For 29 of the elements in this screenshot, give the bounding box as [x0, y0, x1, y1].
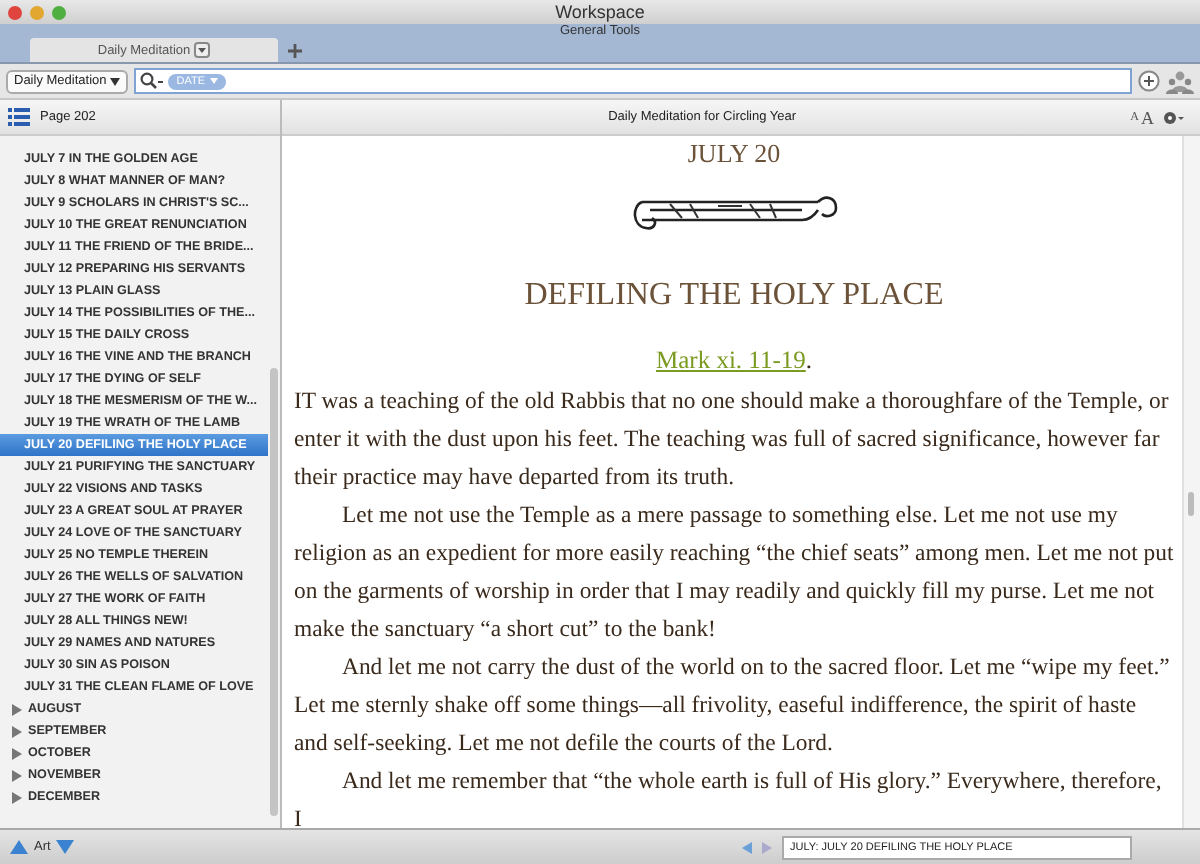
zoom-button[interactable]	[52, 5, 66, 19]
list-icon[interactable]	[8, 108, 30, 126]
caret-icon	[209, 78, 218, 84]
disclosure-triangle-icon[interactable]	[12, 769, 22, 781]
search-icon[interactable]	[140, 72, 165, 90]
settings-icon[interactable]	[1162, 109, 1184, 125]
window-title: Workspace	[555, 2, 645, 22]
dropdown-icon[interactable]	[194, 42, 211, 58]
chapter-heading: DEFILING THE HOLY PLACE	[522, 278, 946, 314]
disclosure-triangle-icon[interactable]	[12, 725, 22, 737]
caret-icon	[110, 77, 121, 85]
add-icon[interactable]	[1138, 70, 1160, 92]
scrollbar-thumb[interactable]	[1188, 492, 1194, 516]
body-paragraph: Let me not use the Temple as a mere passage to something else. Let me not use my religion as an expedient for more easily reaching “the chief seats” among men. Let me not put on the garments of worship in order that I may readily and quickly fill my purse. Let me not make the sanctuary “a short cut” to the bank!	[294, 500, 1174, 646]
larger-text-button[interactable]: A	[1141, 107, 1154, 127]
punctuation: .	[805, 346, 812, 374]
close-button[interactable]	[8, 5, 22, 19]
add-tab-icon[interactable]	[288, 43, 302, 57]
disclosure-triangle-icon[interactable]	[12, 791, 22, 803]
disclosure-triangle-icon[interactable]	[12, 703, 22, 715]
scrollbar-thumb[interactable]	[270, 368, 278, 816]
date-heading: JULY 20	[685, 138, 783, 170]
disclosure-triangle-icon[interactable]	[12, 747, 22, 759]
up-arrow-icon[interactable]	[10, 840, 28, 854]
back-arrow-icon[interactable]	[742, 841, 752, 853]
body-paragraph: And let me not carry the dust of the world on to the sacred floor. Let me “wipe my feet.” Let me sternly shake off some things—all frivolity, easeful indifference, the spirit of haste and self-seeking. Let me not defile the courts of the Lord.	[294, 652, 1172, 760]
down-arrow-icon[interactable]	[56, 840, 75, 854]
body-paragraph: IT was a teaching of the old Rabbis that no one should make a thoroughfare of the Temple, or enter it with the dust upon his feet. The teaching was full of sacred significance, however far their practice may have departed from its truth.	[294, 386, 1171, 494]
body-paragraph: And let me remember that “the whole earth is full of His glory.” Everywhere, therefore, I	[294, 766, 1164, 828]
